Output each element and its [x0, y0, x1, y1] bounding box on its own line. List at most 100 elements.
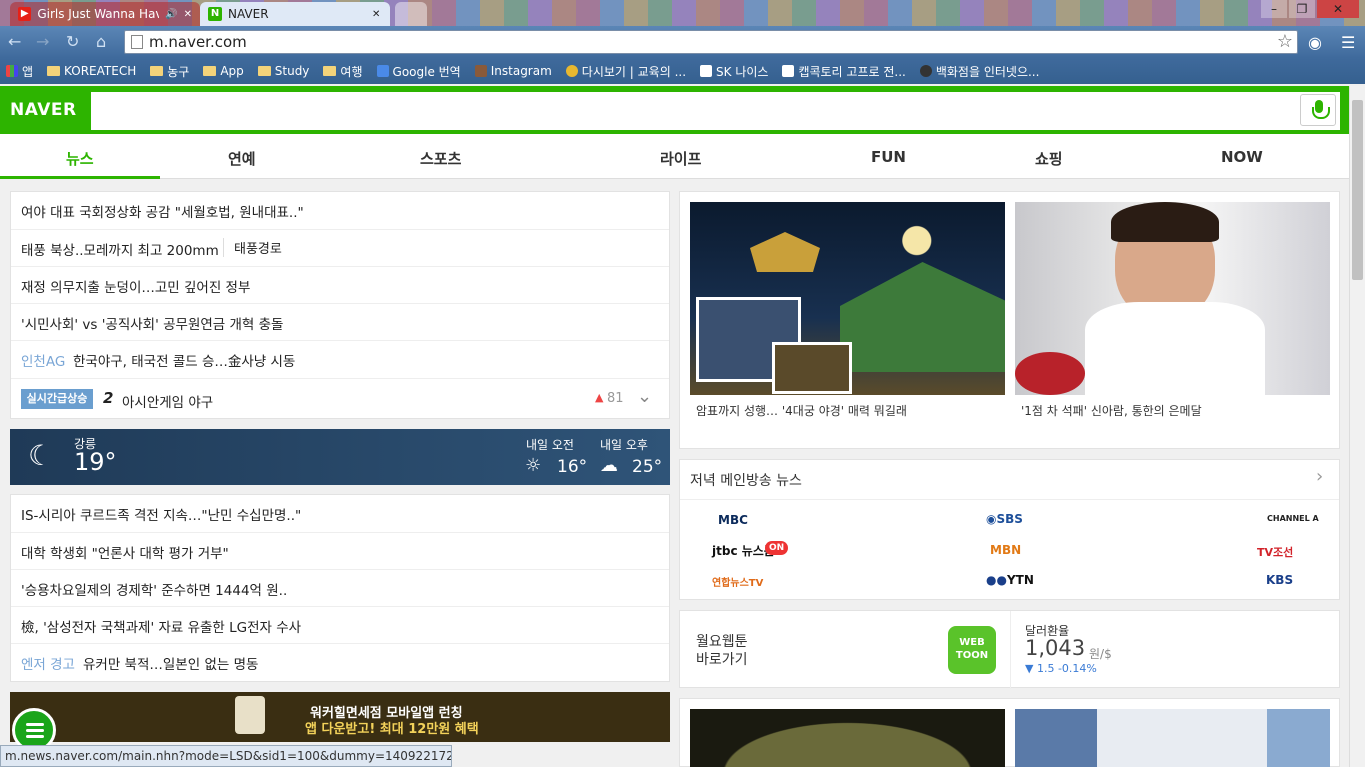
- chevron-right-icon[interactable]: ›: [1316, 466, 1323, 487]
- up-arrow-icon: ▲: [595, 391, 604, 404]
- bookmark-apps[interactable]: 앱: [6, 63, 33, 80]
- tab-now[interactable]: NOW: [1221, 148, 1263, 166]
- news-link[interactable]: 한국야구, 태국전 콜드 승…金사냥 시동: [73, 350, 295, 370]
- phone-image: [235, 696, 265, 734]
- news-link[interactable]: 재정 의무지출 눈덩이…고민 깊어진 정부: [21, 276, 250, 296]
- lotte-icon: [919, 65, 932, 77]
- tab-sports[interactable]: 스포츠: [420, 148, 461, 169]
- tab-news[interactable]: 뉴스: [66, 148, 94, 169]
- tv-chosun-logo[interactable]: TV조선: [1257, 544, 1293, 560]
- tab-entertainment[interactable]: 연예: [228, 148, 256, 169]
- realtime-rank: 2: [103, 389, 114, 407]
- news-link[interactable]: '시민사회' vs '공직사회' 공무원연금 개혁 충돌: [21, 313, 283, 333]
- bookmark-folder[interactable]: KOREATECH: [47, 64, 136, 78]
- forward-icon[interactable]: →: [36, 32, 49, 51]
- realtime-keyword[interactable]: 아시안게임 야구: [122, 391, 213, 411]
- tab-life[interactable]: 라이프: [660, 148, 701, 169]
- kbs-logo[interactable]: KBS: [1266, 573, 1293, 587]
- minimize-icon[interactable]: –: [1261, 0, 1287, 18]
- reload-icon[interactable]: ↻: [66, 32, 79, 51]
- close-window-icon[interactable]: ✕: [1317, 0, 1359, 18]
- channel-a-logo[interactable]: CHANNEL A: [1267, 514, 1319, 523]
- exchange-value: 1,043: [1025, 636, 1086, 660]
- evening-news-title[interactable]: 저녁 메인방송 뉴스: [690, 470, 802, 490]
- bookmark-lotte[interactable]: 백화점을 인터넷으...: [919, 63, 1039, 80]
- typhoon-route-link[interactable]: 태풍경로: [223, 238, 282, 257]
- sbs-logo[interactable]: ◉SBS: [986, 512, 1023, 526]
- news-tag[interactable]: 인천AG: [21, 350, 65, 370]
- extension-icon[interactable]: ◉: [1308, 33, 1322, 52]
- home-icon[interactable]: ⌂: [96, 32, 106, 51]
- ytn-logo[interactable]: ●●YTN: [986, 573, 1034, 587]
- webtoon-exchange-box: 월요웹툰 바로가기 WEB TOON 달러환율 1,043 원/$ ▼ 1.5 …: [679, 610, 1340, 689]
- bookmark-folder[interactable]: 여행: [323, 63, 363, 80]
- tab-title: NAVER: [228, 7, 269, 21]
- ytn-dots-icon: ●●: [986, 573, 1007, 587]
- apps-icon: [6, 65, 18, 77]
- naver-icon: N: [208, 7, 222, 21]
- url-text: m.naver.com: [149, 33, 247, 51]
- tab-youtube[interactable]: ▶ Girls Just Wanna Have 🔊 ✕: [10, 2, 200, 26]
- scrollbar[interactable]: [1349, 86, 1365, 767]
- bookmark-sk[interactable]: SK 나이스: [700, 63, 768, 80]
- mic-icon[interactable]: [1300, 94, 1336, 126]
- maximize-icon[interactable]: ❐: [1289, 0, 1315, 18]
- bookmark-replay[interactable]: 다시보기 | 교육의 ...: [565, 63, 686, 80]
- news-link[interactable]: 유커만 북적…일본인 없는 명동: [83, 653, 258, 673]
- folder-icon: [150, 66, 164, 76]
- tab-shopping[interactable]: 쇼핑: [1035, 148, 1063, 169]
- speaker-icon[interactable]: 🔊: [165, 9, 177, 20]
- news-link[interactable]: 태풍 북상..모레까지 최고 200mm: [21, 239, 219, 259]
- news-tag[interactable]: 엔저 경고: [21, 653, 75, 673]
- news-link[interactable]: 대학 학생회 "언론사 대학 평가 거부": [21, 542, 229, 562]
- tab-fun[interactable]: FUN: [871, 148, 906, 166]
- ad-banner[interactable]: 워커힐면세점 모바일앱 런칭 앱 다운받고! 최대 12만원 혜택: [10, 692, 670, 742]
- moon-icon: ☾: [28, 439, 54, 472]
- close-icon[interactable]: ✕: [184, 9, 192, 20]
- news-link[interactable]: IS-시리아 쿠르드족 격전 지속…"난민 수십만명..": [21, 504, 301, 524]
- bookmarks-bar: 앱 KOREATECH 농구 App Study 여행 Google 번역 In…: [0, 58, 1365, 84]
- scrollbar-thumb[interactable]: [1352, 100, 1363, 280]
- bookmark-folder[interactable]: App: [203, 64, 244, 78]
- webtoon-logo[interactable]: WEB TOON: [948, 626, 996, 674]
- bookmark-translate[interactable]: Google 번역: [376, 63, 461, 80]
- star-icon[interactable]: ☆: [1277, 31, 1293, 53]
- photo-caption[interactable]: '1점 차 석패' 신아람, 통한의 은메달: [1021, 402, 1202, 419]
- palace-night-photo[interactable]: [690, 202, 1005, 395]
- mbc-logo[interactable]: MBC: [718, 513, 748, 527]
- site-icon: [565, 65, 578, 77]
- address-bar[interactable]: m.naver.com ☆: [124, 30, 1298, 54]
- app-screens-photo[interactable]: [1015, 709, 1330, 767]
- close-icon[interactable]: ✕: [372, 9, 380, 20]
- new-tab-button[interactable]: [395, 2, 427, 26]
- webtoon-line1[interactable]: 월요웹툰: [696, 631, 748, 651]
- planet-photo[interactable]: [690, 709, 1005, 767]
- chevron-down-icon[interactable]: ⌄: [637, 386, 652, 407]
- fencer-photo[interactable]: [1015, 202, 1330, 395]
- bookmark-folder[interactable]: 농구: [150, 63, 189, 80]
- news-link[interactable]: 檢, '삼성전자 국책과제' 자료 유출한 LG전자 수사: [21, 616, 301, 636]
- page-icon: [700, 65, 713, 77]
- bookmark-gopro[interactable]: 캡콕토리 고프로 전...: [782, 63, 906, 80]
- search-input[interactable]: [91, 92, 1340, 130]
- webtoon-line2[interactable]: 바로가기: [696, 649, 748, 669]
- instagram-icon: [474, 65, 487, 77]
- photo-caption[interactable]: 암표까지 성행… '4대궁 야경' 매력 뭐길래: [696, 402, 907, 419]
- yonhap-logo[interactable]: 연합뉴스TV: [712, 574, 763, 589]
- bookmark-instagram[interactable]: Instagram: [474, 64, 552, 78]
- naver-logo[interactable]: NAVER: [10, 100, 77, 120]
- menu-icon[interactable]: ☰: [1341, 33, 1355, 52]
- folder-icon: [257, 66, 271, 76]
- news-link[interactable]: '승용차요일제의 경제학' 준수하면 1444억 원..: [21, 579, 287, 599]
- back-icon[interactable]: ←: [8, 32, 21, 51]
- photo-news: 암표까지 성행… '4대궁 야경' 매력 뭐길래 '1점 차 석패' 신아람, …: [679, 191, 1340, 449]
- news-list-2: IS-시리아 쿠르드족 격전 지속…"난민 수십만명.." 대학 학생회 "언론…: [10, 494, 670, 682]
- bookmark-folder[interactable]: Study: [257, 64, 309, 78]
- weather-widget[interactable]: ☾ 강릉 19° 내일 오전 ☼ 16° 내일 오후 ☁ 25°: [10, 429, 670, 485]
- youtube-icon: ▶: [18, 7, 32, 21]
- sun-cloud-icon: ☼: [525, 455, 542, 476]
- tab-naver[interactable]: N NAVER ✕: [200, 2, 390, 26]
- news-link[interactable]: 여야 대표 국회정상화 공감 "세월호법, 원내대표..": [21, 201, 304, 221]
- mbn-logo[interactable]: MBN: [990, 543, 1021, 557]
- folder-icon: [47, 66, 61, 76]
